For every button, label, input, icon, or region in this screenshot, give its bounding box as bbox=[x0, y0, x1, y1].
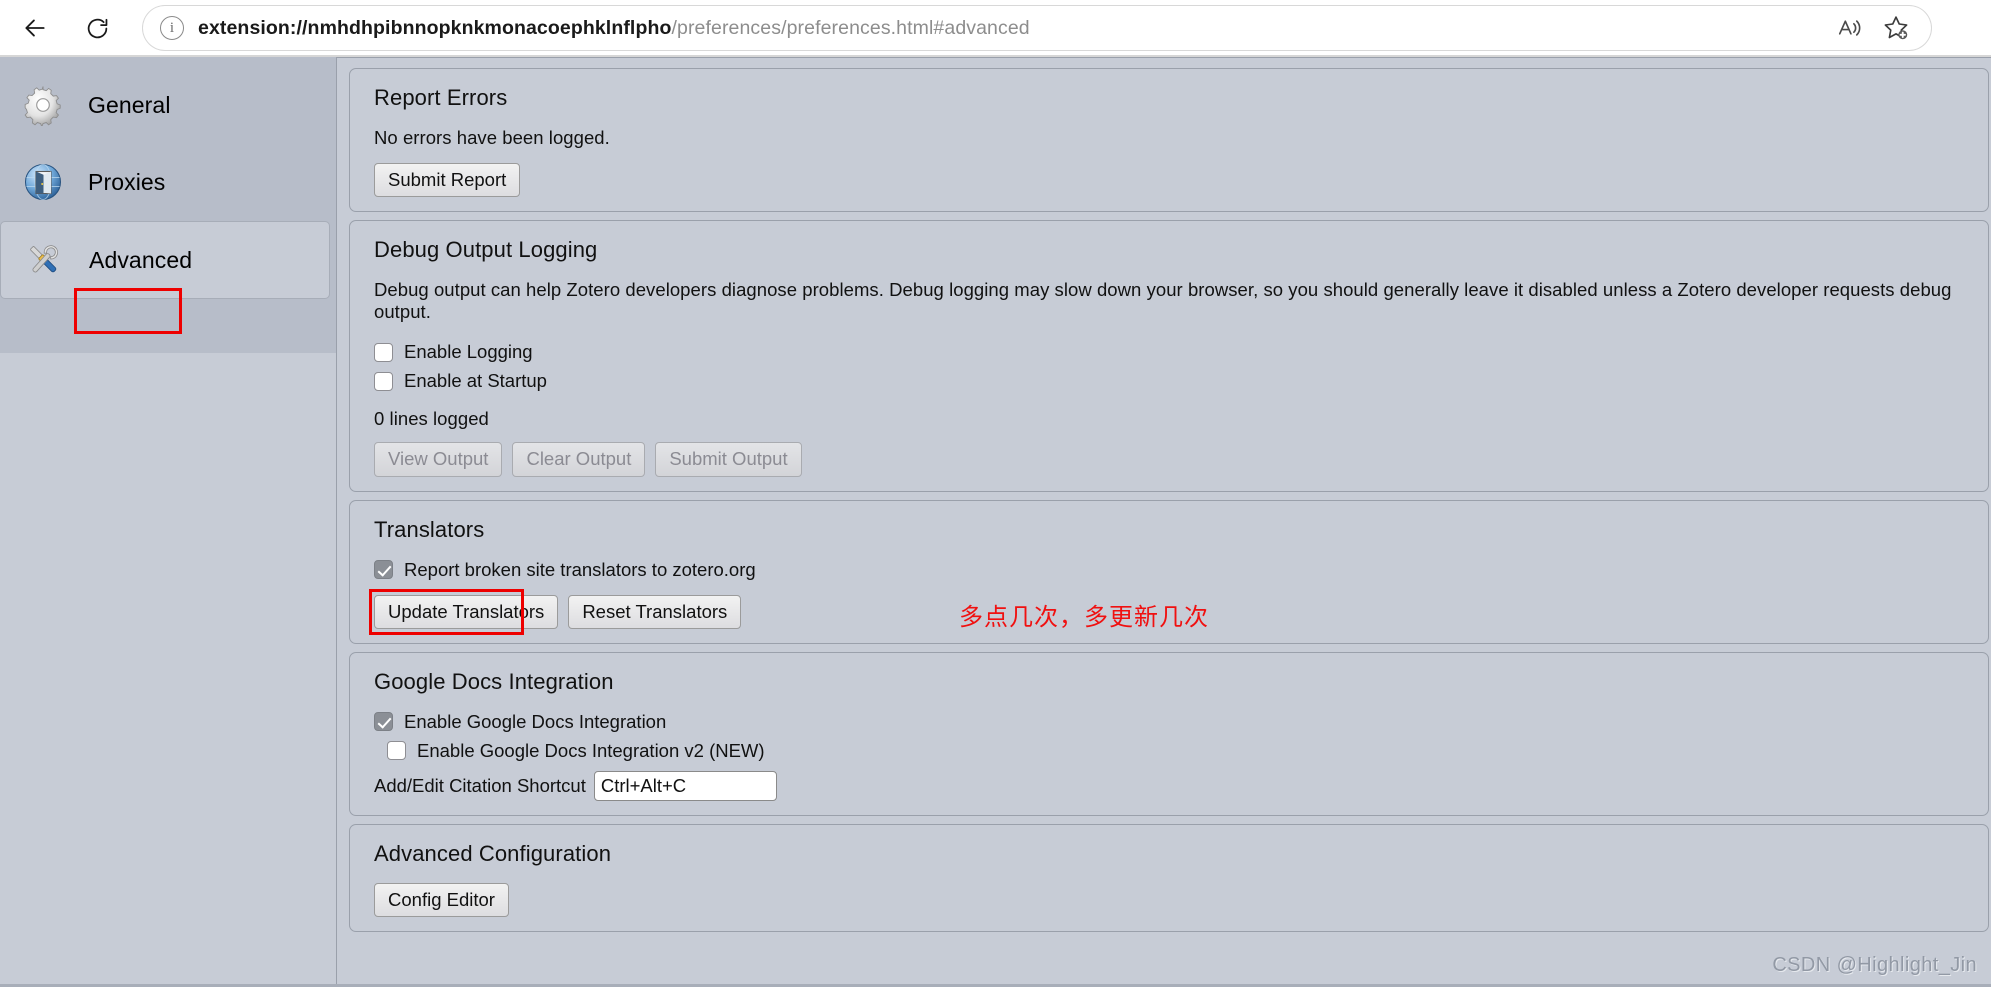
submit-report-button[interactable]: Submit Report bbox=[374, 163, 521, 198]
preferences-content: Report Errors No errors have been logged… bbox=[336, 57, 1991, 987]
debug-buttons-row: View Output Clear Output Submit Output bbox=[374, 442, 1988, 477]
enable-logging-row[interactable]: Enable Logging bbox=[374, 341, 1988, 363]
enable-logging-label: Enable Logging bbox=[404, 341, 533, 363]
report-broken-translators-row[interactable]: Report broken site translators to zotero… bbox=[374, 559, 1988, 581]
sidebar-item-label: Advanced bbox=[89, 246, 193, 273]
back-button[interactable] bbox=[12, 5, 58, 51]
clear-output-button[interactable]: Clear Output bbox=[512, 442, 646, 477]
group-advanced-configuration: Advanced Configuration Config Editor bbox=[349, 823, 1989, 933]
reset-translators-button[interactable]: Reset Translators bbox=[568, 594, 742, 629]
sidebar-item-advanced[interactable]: Advanced bbox=[0, 221, 330, 299]
enable-google-docs-v2-row[interactable]: Enable Google Docs Integration v2 (NEW) bbox=[387, 740, 1988, 762]
translators-buttons-row: Update Translators Reset Translators 多点几… bbox=[369, 588, 1988, 635]
enable-google-docs-v2-label: Enable Google Docs Integration v2 (NEW) bbox=[417, 739, 765, 761]
report-broken-translators-label: Report broken site translators to zotero… bbox=[404, 558, 756, 580]
group-title: Debug Output Logging bbox=[374, 237, 598, 263]
add-to-favorites-button[interactable] bbox=[1876, 8, 1916, 48]
enable-google-docs-v2-checkbox[interactable] bbox=[387, 741, 406, 761]
info-glyph: i bbox=[169, 19, 175, 36]
star-plus-icon bbox=[1884, 16, 1908, 40]
group-title: Translators bbox=[374, 516, 485, 542]
url-text: extension://nmhdhpibnnopknkmonacoephklnf… bbox=[198, 17, 1830, 40]
enable-logging-checkbox[interactable] bbox=[374, 342, 393, 362]
citation-shortcut-input[interactable] bbox=[593, 770, 777, 801]
preferences-page: General Proxies Advanced Report Errors N… bbox=[0, 57, 1991, 987]
report-broken-translators-checkbox[interactable] bbox=[374, 560, 393, 580]
read-aloud-icon bbox=[1838, 20, 1861, 36]
reload-button[interactable] bbox=[74, 5, 120, 51]
group-title: Report Errors bbox=[374, 85, 508, 110]
report-errors-status: No errors have been logged. bbox=[374, 127, 610, 148]
sidebar-item-label: General bbox=[88, 91, 171, 118]
browser-toolbar: i extension://nmhdhpibnnopknkmonacoephkl… bbox=[0, 0, 1991, 56]
config-editor-button[interactable]: Config Editor bbox=[374, 882, 509, 918]
translators-annotation-text: 多点几次，多更新几次 bbox=[959, 603, 1209, 631]
sidebar-item-general[interactable]: General bbox=[0, 67, 336, 143]
group-debug-logging: Debug Output Logging Debug output can he… bbox=[349, 220, 1989, 492]
url-path: /preferences/preferences.html#advanced bbox=[671, 16, 1030, 39]
enable-at-startup-label: Enable at Startup bbox=[404, 370, 547, 392]
enable-google-docs-checkbox[interactable] bbox=[374, 712, 393, 732]
update-translators-button[interactable]: Update Translators bbox=[374, 594, 559, 629]
watermark: CSDN @Highlight_Jin bbox=[1772, 954, 1977, 976]
url-host: extension://nmhdhpibnnopknkmonacoephklnf… bbox=[198, 16, 672, 39]
group-title: Google Docs Integration bbox=[374, 668, 614, 694]
refresh-icon bbox=[87, 18, 107, 38]
arrow-left-icon bbox=[25, 19, 45, 37]
preferences-sidebar: General Proxies Advanced bbox=[0, 57, 336, 353]
citation-shortcut-row: Add/Edit Citation Shortcut bbox=[374, 770, 1988, 801]
submit-output-button[interactable]: Submit Output bbox=[655, 442, 802, 477]
enable-google-docs-label: Enable Google Docs Integration bbox=[404, 710, 667, 732]
address-bar[interactable]: i extension://nmhdhpibnnopknkmonacoephkl… bbox=[142, 5, 1932, 51]
enable-google-docs-row[interactable]: Enable Google Docs Integration bbox=[374, 711, 1988, 733]
sidebar-item-label: Proxies bbox=[88, 168, 166, 195]
tools-icon bbox=[21, 237, 67, 283]
view-output-button[interactable]: View Output bbox=[374, 442, 503, 477]
enable-at-startup-row[interactable]: Enable at Startup bbox=[374, 370, 1988, 392]
sidebar-item-proxies[interactable]: Proxies bbox=[0, 144, 336, 220]
read-aloud-button[interactable] bbox=[1830, 8, 1870, 48]
globe-door-icon bbox=[20, 159, 66, 205]
group-google-docs: Google Docs Integration Enable Google Do… bbox=[349, 651, 1989, 816]
site-info-icon[interactable]: i bbox=[160, 16, 184, 40]
enable-at-startup-checkbox[interactable] bbox=[374, 371, 393, 391]
group-report-errors: Report Errors No errors have been logged… bbox=[349, 68, 1989, 213]
gear-icon bbox=[20, 82, 66, 128]
debug-logging-description: Debug output can help Zotero developers … bbox=[374, 279, 1952, 323]
citation-shortcut-label: Add/Edit Citation Shortcut bbox=[374, 774, 586, 796]
group-translators: Translators Report broken site translato… bbox=[349, 499, 1989, 644]
group-title: Advanced Configuration bbox=[374, 840, 612, 866]
lines-logged-status: 0 lines logged bbox=[374, 408, 489, 430]
